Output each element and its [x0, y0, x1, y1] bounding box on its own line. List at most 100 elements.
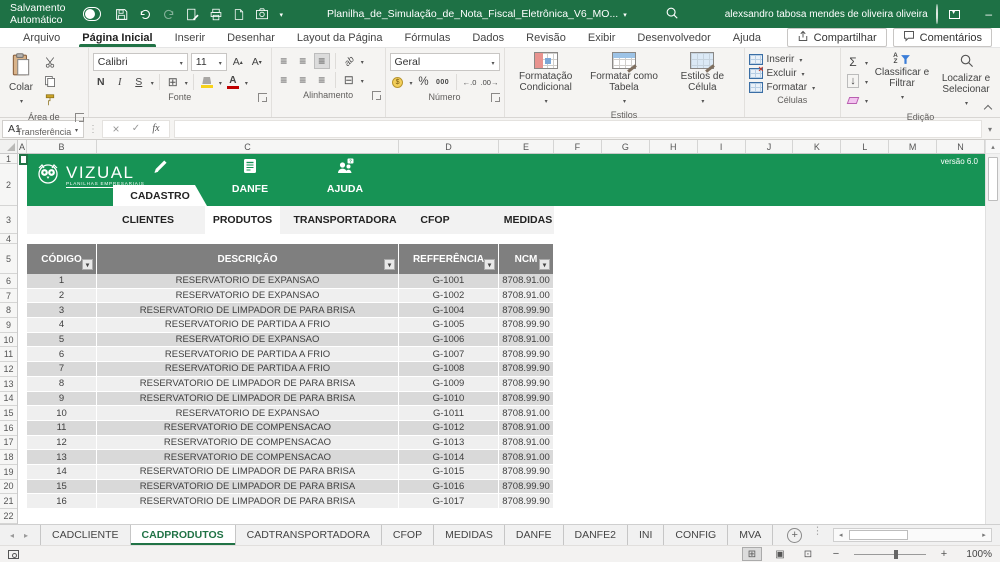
currency-caret-icon[interactable] [409, 76, 413, 88]
row-header-16[interactable]: 16 [0, 421, 17, 436]
fill-color-icon[interactable] [199, 74, 215, 90]
filter-button-descri-o[interactable] [384, 259, 395, 270]
codigo-cell[interactable]: 9 [27, 392, 97, 407]
ncm-cell[interactable]: 8708.99.90 [499, 465, 554, 480]
codigo-cell[interactable]: 2 [27, 289, 97, 304]
ncm-cell[interactable]: 8708.99.90 [499, 392, 554, 407]
ncm-cell[interactable]: 8708.99.90 [499, 377, 554, 392]
descricao-cell[interactable]: RESERVATORIO DE PARTIDA A FRIO [97, 318, 399, 333]
save-icon[interactable] [115, 8, 128, 21]
cell-styles-button[interactable]: Estilos de Célula [665, 51, 739, 108]
ncm-cell[interactable]: 8708.91.00 [499, 289, 554, 304]
ncm-cell[interactable]: 8708.91.00 [499, 406, 554, 421]
paste-button[interactable]: Colar [4, 51, 38, 110]
print-icon[interactable] [209, 8, 223, 21]
horizontal-scrollbar[interactable] [833, 528, 992, 542]
descricao-cell[interactable]: RESERVATORIO DE EXPANSAO [97, 406, 399, 421]
row-header-19[interactable]: 19 [0, 465, 17, 480]
referencia-cell[interactable]: G-1017 [399, 494, 499, 509]
borders-icon[interactable] [165, 74, 181, 90]
row-header-1[interactable]: 1 [0, 154, 17, 164]
minimize-icon[interactable]: – [972, 0, 1000, 28]
font-dialog-launcher-icon[interactable] [258, 93, 267, 102]
ncm-cell[interactable]: 8708.91.00 [499, 274, 554, 289]
ncm-cell[interactable]: 8708.91.00 [499, 333, 554, 348]
codigo-cell[interactable]: 12 [27, 436, 97, 451]
italic-button[interactable]: I [112, 74, 128, 90]
column-header-a[interactable]: A [18, 140, 27, 153]
font-color-icon[interactable]: A [225, 74, 241, 90]
subtab-transportadora[interactable]: TRANSPORTADORA [280, 206, 410, 234]
fill-icon[interactable] [845, 73, 861, 89]
ribbon-display-options-icon[interactable] [938, 0, 972, 28]
undo-icon[interactable] [138, 8, 152, 21]
referencia-cell[interactable]: G-1012 [399, 421, 499, 436]
sheet-tab-cadcliente[interactable]: CADCLIENTE [41, 525, 131, 545]
codigo-cell[interactable]: 8 [27, 377, 97, 392]
subtab-clientes[interactable]: CLIENTES [98, 206, 198, 234]
codigo-cell[interactable]: 3 [27, 303, 97, 318]
currency-icon[interactable]: $ [390, 74, 406, 90]
referencia-cell[interactable]: G-1014 [399, 450, 499, 465]
descricao-cell[interactable]: RESERVATORIO DE COMPENSACAO [97, 421, 399, 436]
sheet-tab-danfe2[interactable]: DANFE2 [564, 525, 628, 545]
row-header-2[interactable]: 2 [0, 164, 17, 206]
referencia-cell[interactable]: G-1009 [399, 377, 499, 392]
window-title[interactable]: Planilha_de_Simulação_de_Nota_Fiscal_Ele… [327, 8, 627, 20]
banner-tab-cadastro[interactable]: CADASTRO [113, 154, 207, 206]
sheet-tab-config[interactable]: CONFIG [664, 525, 728, 545]
row-header-3[interactable]: 3 [0, 206, 17, 234]
row-header-17[interactable]: 17 [0, 436, 17, 451]
codigo-cell[interactable]: 10 [27, 406, 97, 421]
percent-icon[interactable] [416, 74, 432, 90]
referencia-cell[interactable]: G-1013 [399, 436, 499, 451]
delete-cells-button[interactable]: Excluir [749, 68, 836, 79]
underline-button[interactable]: S [131, 74, 147, 90]
descricao-cell[interactable]: RESERVATORIO DE EXPANSAO [97, 274, 399, 289]
camera-icon[interactable] [255, 8, 269, 20]
horizontal-scroll-thumb[interactable] [849, 530, 908, 540]
horizontal-scroll-track[interactable] [848, 529, 977, 541]
align-top-icon[interactable] [276, 53, 292, 69]
row-header-6[interactable]: 6 [0, 274, 17, 289]
autosum-caret-icon[interactable] [864, 56, 868, 68]
tab-f-rmulas[interactable]: Fórmulas [394, 28, 462, 47]
codigo-cell[interactable]: 14 [27, 465, 97, 480]
descricao-cell[interactable]: RESERVATORIO DE LIMPADOR DE PARA BRISA [97, 377, 399, 392]
descricao-cell[interactable]: RESERVATORIO DE LIMPADOR DE PARA BRISA [97, 465, 399, 480]
find-select-button[interactable]: Localizar e Selecionar [936, 51, 996, 110]
column-header-g[interactable]: G [602, 140, 650, 153]
increase-decimal-icon[interactable] [462, 74, 478, 90]
tab-dados[interactable]: Dados [461, 28, 515, 47]
column-header-d[interactable]: D [399, 140, 499, 153]
format-cells-button[interactable]: Formatar [749, 82, 836, 93]
scroll-up-icon[interactable] [986, 140, 1000, 154]
column-header-h[interactable]: H [650, 140, 698, 153]
collapse-ribbon-icon[interactable] [984, 103, 992, 111]
insert-function-icon[interactable] [147, 123, 165, 134]
descricao-cell[interactable]: RESERVATORIO DE COMPENSACAO [97, 450, 399, 465]
column-header-f[interactable]: F [554, 140, 602, 153]
next-sheet-icon[interactable] [24, 531, 28, 540]
page-break-view-icon[interactable] [798, 547, 818, 561]
sheet-tab-cfop[interactable]: CFOP [382, 525, 434, 545]
autosave-control[interactable]: Salvamento Automático [10, 2, 101, 26]
clear-caret-icon[interactable] [864, 94, 868, 106]
descricao-cell[interactable]: RESERVATORIO DE LIMPADOR DE PARA BRISA [97, 392, 399, 407]
redo-icon[interactable] [162, 8, 176, 21]
new-document-icon[interactable] [233, 8, 245, 21]
descricao-cell[interactable]: RESERVATORIO DE EXPANSAO [97, 289, 399, 304]
sheet-body[interactable]: 12345678910111213141516171819202122 VIZU… [0, 154, 985, 524]
ncm-cell[interactable]: 8708.99.90 [499, 318, 554, 333]
codigo-cell[interactable]: 5 [27, 333, 97, 348]
sheet-tab-danfe[interactable]: DANFE [505, 525, 564, 545]
column-header-c[interactable]: C [97, 140, 399, 153]
decrease-font-icon[interactable]: A▾ [249, 54, 265, 70]
banner-tab-ajuda[interactable]: ? AJUDA [300, 154, 390, 206]
codigo-cell[interactable]: 6 [27, 347, 97, 362]
codigo-cell[interactable]: 16 [27, 494, 97, 509]
row-header-21[interactable]: 21 [0, 494, 17, 509]
referencia-cell[interactable]: G-1002 [399, 289, 499, 304]
search-icon[interactable] [665, 6, 679, 23]
referencia-cell[interactable]: G-1010 [399, 392, 499, 407]
